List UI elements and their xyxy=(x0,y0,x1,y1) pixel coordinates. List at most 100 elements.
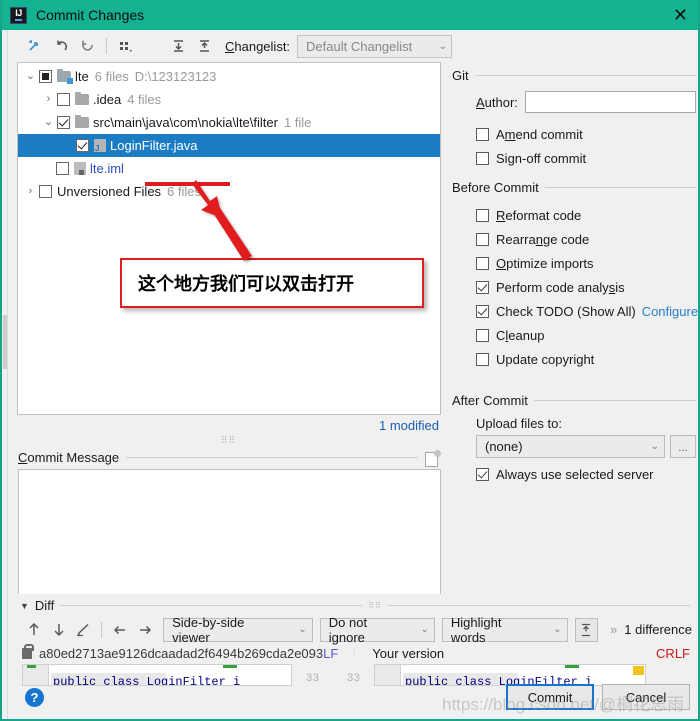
commit-changes-dialog: IJ Commit Changes ✕ Changelist: Default … xyxy=(0,0,700,721)
author-label: Author: xyxy=(476,94,518,110)
diff-ignore-mode-select[interactable]: Do not ignore ⌄ xyxy=(319,614,435,645)
iml-file-icon xyxy=(74,162,86,175)
previous-difference-icon[interactable] xyxy=(22,619,46,641)
added-marker xyxy=(223,665,237,668)
optimize-imports-checkbox[interactable]: Optimize imports xyxy=(452,251,696,275)
chevron-down-icon: ⌄ xyxy=(298,624,307,635)
row-checkbox[interactable] xyxy=(39,185,52,198)
divider xyxy=(544,187,696,188)
configure-todo-link[interactable]: Configure xyxy=(642,304,698,319)
refresh-icon[interactable] xyxy=(74,34,100,58)
chevron-down-icon: ⌄ xyxy=(438,40,448,52)
changes-toolbar: Changelist: Default Changelist ⌄ xyxy=(8,30,698,62)
folder-icon xyxy=(57,69,73,84)
always-use-selected-server-checkbox[interactable]: Always use selected server xyxy=(452,462,696,486)
chevron-down-icon: ⌄ xyxy=(650,441,659,452)
git-group-header: Git xyxy=(452,68,696,83)
checkbox-label: Always use selected server xyxy=(496,466,654,482)
row-checkbox[interactable] xyxy=(39,70,52,83)
checkbox-box xyxy=(476,328,489,342)
commit-button[interactable]: Commit xyxy=(506,684,594,710)
expand-toggle-icon[interactable]: ⌄ xyxy=(22,71,39,82)
vertical-splitter[interactable]: ⠿⠿ xyxy=(8,433,449,447)
left-line-ending[interactable]: LF xyxy=(323,646,338,661)
diff-splitter-grip[interactable]: ⠿⠿ xyxy=(368,601,382,610)
reformat-code-checkbox[interactable]: Reformat code xyxy=(452,203,696,227)
row-name: Unversioned Files xyxy=(57,184,162,199)
diff-pane-splitter[interactable]: ⋮ xyxy=(350,649,358,657)
help-button[interactable]: ? xyxy=(25,687,44,707)
commit-message-input[interactable] xyxy=(18,469,441,601)
expand-toggle-icon[interactable]: ⌄ xyxy=(40,117,57,128)
show-diff-icon[interactable] xyxy=(22,34,48,58)
table-row[interactable]: LoginFilter.java xyxy=(18,134,440,157)
perform-code-analysis-checkbox[interactable]: Perform code analysis xyxy=(452,275,696,299)
checkbox-label: Rearrange code xyxy=(496,231,590,247)
expand-toggle-icon[interactable]: › xyxy=(40,94,57,105)
added-marker xyxy=(565,665,579,668)
scrollbar-thumb[interactable] xyxy=(3,315,7,369)
rearrange-code-checkbox[interactable]: Rearrange code xyxy=(452,227,696,251)
collapse-unchanged-icon[interactable] xyxy=(574,617,599,642)
cancel-button[interactable]: Cancel xyxy=(602,684,690,710)
changelist-select[interactable]: Default Changelist ⌄ xyxy=(297,34,453,58)
table-row[interactable]: ⌄ src\main\java\com\nokia\lte\filter 1 f… xyxy=(18,111,440,134)
after-commit-group-header: After Commit xyxy=(452,393,696,408)
row-checkbox[interactable] xyxy=(56,162,69,175)
row-meta: 4 files xyxy=(127,92,162,107)
table-row[interactable]: lte.iml xyxy=(18,157,440,180)
checkbox-box xyxy=(476,151,489,165)
accept-right-icon[interactable] xyxy=(133,619,157,641)
close-icon[interactable]: ✕ xyxy=(673,6,688,24)
cleanup-checkbox[interactable]: Cleanup xyxy=(452,323,696,347)
browse-servers-button[interactable]: ... xyxy=(670,435,696,458)
folder-icon xyxy=(75,115,89,128)
expand-all-icon[interactable] xyxy=(165,34,191,58)
message-history-icon[interactable] xyxy=(425,449,441,467)
checkbox-label: Check TODO (Show All) xyxy=(496,303,636,319)
commit-message-header: Commit Message xyxy=(8,447,449,467)
row-checkbox[interactable] xyxy=(57,93,70,106)
intellij-logo-icon: IJ xyxy=(10,6,27,24)
collapse-diff-icon[interactable]: ▼ xyxy=(20,601,29,611)
author-row: Author: xyxy=(452,91,696,113)
modified-count: 1 modified xyxy=(379,418,439,433)
diff-viewer-mode-select[interactable]: Side-by-side viewer ⌄ xyxy=(163,615,313,645)
diff-info-row: a80ed2713ae9126dcaadad2f6494b269cda2e093… xyxy=(8,643,698,663)
checkbox-box xyxy=(476,467,489,481)
logo-text: IJ xyxy=(15,9,22,21)
right-line-ending[interactable]: CRLF xyxy=(656,646,690,661)
checkbox-box xyxy=(476,127,489,141)
divider xyxy=(533,400,696,401)
modified-marker xyxy=(633,666,644,675)
title-bar: IJ Commit Changes ✕ xyxy=(2,0,698,30)
upload-server-select[interactable]: (none) ⌄ xyxy=(476,435,665,458)
author-field[interactable] xyxy=(524,91,696,113)
table-row[interactable]: ⌄ lte 6 files D:\123123123 xyxy=(18,65,440,88)
checkbox-box xyxy=(476,280,489,294)
row-checkbox[interactable] xyxy=(57,116,70,129)
row-checkbox[interactable] xyxy=(76,139,89,152)
row-path: D:\123123123 xyxy=(134,69,217,84)
row-name: LoginFilter.java xyxy=(110,138,198,153)
diff-ignore-mode-value: Do not ignore xyxy=(328,614,368,645)
more-actions-icon[interactable]: » xyxy=(610,622,617,637)
accept-left-icon[interactable] xyxy=(108,619,132,641)
diff-highlight-mode-select[interactable]: Highlight words ⌄ xyxy=(441,615,568,645)
sign-off-commit-checkbox[interactable]: Sign-off commit xyxy=(452,146,696,170)
difference-count: 1 difference xyxy=(624,622,692,637)
table-row[interactable]: › .idea 4 files xyxy=(18,88,440,111)
checkbox-box xyxy=(476,352,489,366)
next-difference-icon[interactable] xyxy=(46,619,70,641)
row-meta: 1 file xyxy=(283,115,312,130)
expand-toggle-icon[interactable]: › xyxy=(22,186,39,197)
check-todo-checkbox[interactable]: Check TODO (Show All) Configure xyxy=(452,299,698,323)
collapse-all-icon[interactable] xyxy=(191,34,217,58)
edit-source-icon[interactable] xyxy=(71,619,95,641)
update-copyright-checkbox[interactable]: Update copyright xyxy=(452,347,696,371)
group-by-icon[interactable] xyxy=(113,34,139,58)
upload-server-value: (none) xyxy=(485,439,523,454)
commit-message-label: Commit Message xyxy=(18,449,120,465)
amend-commit-checkbox[interactable]: Amend commit xyxy=(452,122,696,146)
revert-icon[interactable] xyxy=(48,34,74,58)
